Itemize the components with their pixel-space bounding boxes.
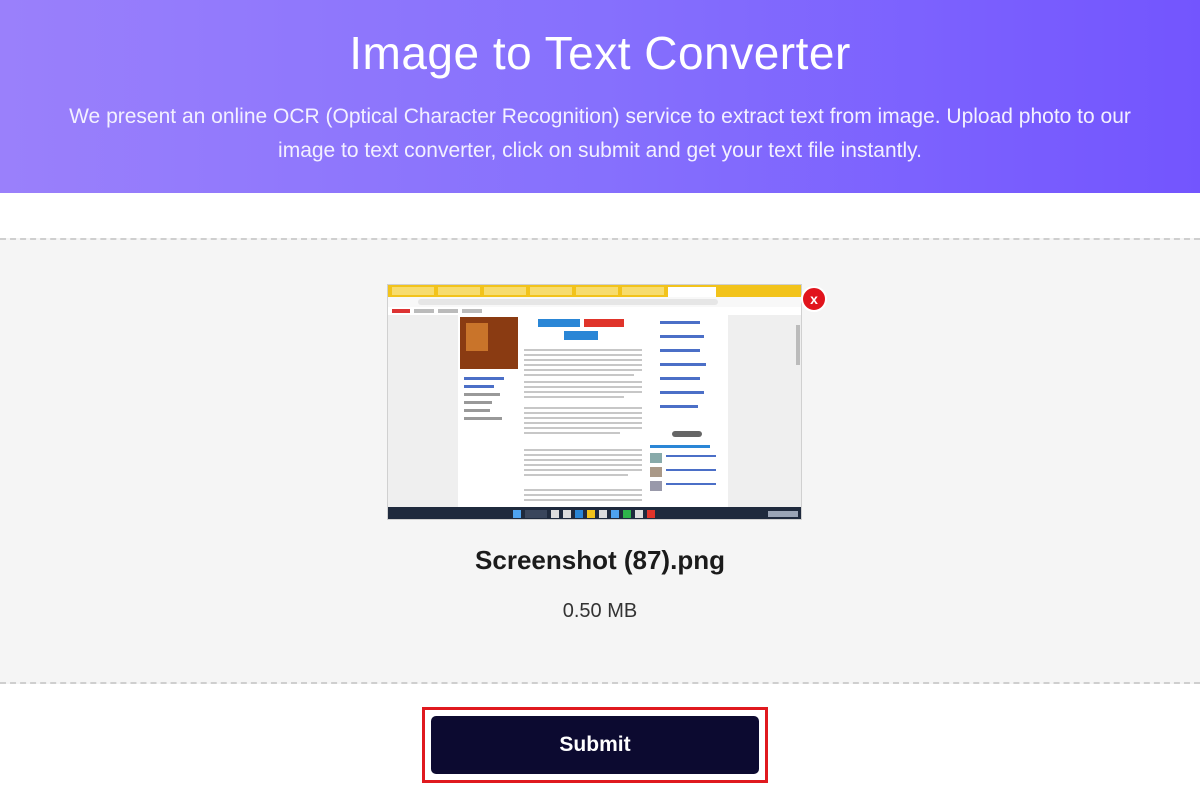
remove-file-button[interactable]: x [801,286,827,312]
screenshot-thumbnail-graphic [388,285,801,519]
uploaded-image-preview [387,284,802,520]
file-size: 0.50 MB [562,600,638,622]
hero-banner: Image to Text Converter We present an on… [0,0,1200,193]
page-title: Image to Text Converter [349,27,851,79]
submit-button[interactable]: Submit [431,716,759,774]
page-description: We present an online OCR (Optical Charac… [69,105,1131,162]
file-name: Screenshot (87).png [475,545,725,575]
